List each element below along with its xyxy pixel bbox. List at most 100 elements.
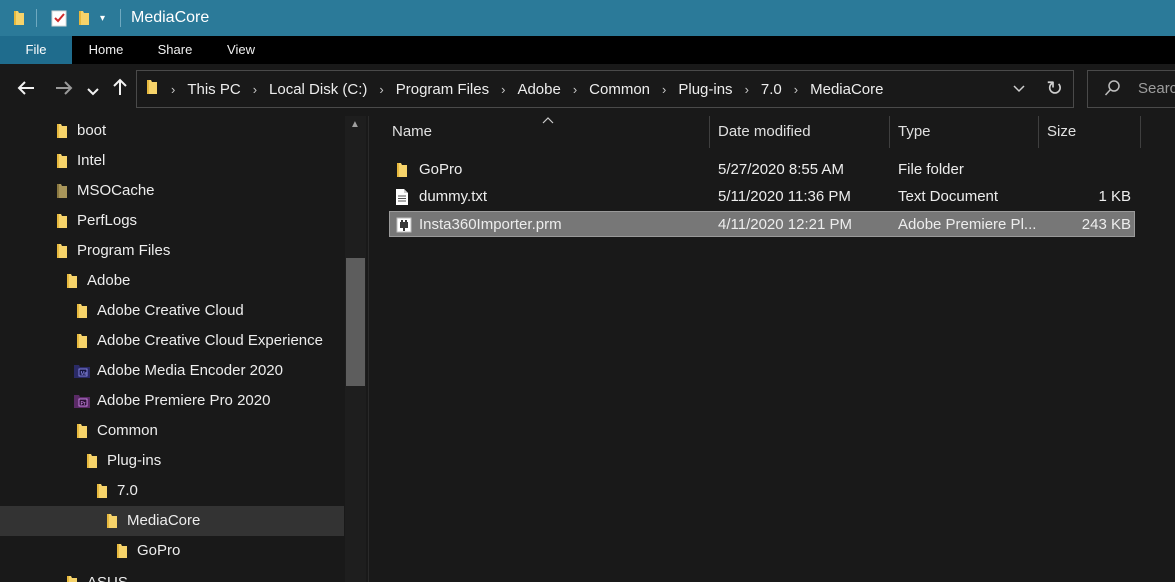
nav-item-gopro[interactable]: GoPro [0,536,344,566]
media-encoder-icon: Me [73,363,91,384]
breadcrumb-chevron-icon[interactable]: › [794,82,798,97]
nav-item-label: Adobe Media Encoder 2020 [97,362,283,379]
breadcrumb-this-pc[interactable]: This PC [187,81,240,98]
breadcrumb-chevron-icon[interactable]: › [501,82,505,97]
file-row[interactable]: dummy.txt 5/11/2020 11:36 PM Text Docume… [389,184,1135,210]
back-button[interactable] [14,78,38,102]
breadcrumb-chevron-icon[interactable]: › [379,82,383,97]
column-header-date-modified[interactable]: Date modified [718,116,811,148]
breadcrumb-local-disk[interactable]: Local Disk (C:) [269,81,367,98]
breadcrumb-common[interactable]: Common [589,81,650,98]
search-icon [1104,79,1122,102]
scrollbar-thumb[interactable] [346,258,365,386]
nav-item-asus[interactable]: ASUS [0,568,344,582]
nav-item-adobe-creative-cloud-experience[interactable]: Adobe Creative Cloud Experience [0,326,344,356]
file-row[interactable]: Insta360Importer.prm 4/11/2020 12:21 PM … [389,211,1135,237]
file-name: dummy.txt [419,188,488,205]
sort-ascending-icon [542,115,554,127]
text-document-icon [395,189,409,210]
search-box[interactable]: Search [1087,70,1175,108]
nav-item-adobe-media-encoder[interactable]: Me Adobe Media Encoder 2020 [0,356,344,386]
breadcrumb-mediacore[interactable]: MediaCore [810,81,883,98]
arrow-right-icon [55,79,73,102]
properties-checkmark-icon[interactable] [51,0,67,36]
nav-pane-scrollbar[interactable]: ▲ [345,116,366,582]
arrow-up-icon [113,78,127,102]
nav-item-label: Adobe Creative Cloud Experience [97,332,323,349]
nav-item-plug-ins[interactable]: Plug-ins [0,446,344,476]
tab-home[interactable]: Home [74,36,138,64]
column-header-name[interactable]: Name [392,116,432,148]
nav-item-perflogs[interactable]: PerfLogs [0,206,344,236]
file-list: Name Date modified Type Size GoPro 5/27/… [369,116,1175,582]
nav-item-msocache[interactable]: MSOCache [0,176,344,206]
file-date: 4/11/2020 12:21 PM [718,216,852,233]
nav-item-label: Program Files [77,242,171,259]
nav-item-program-files[interactable]: Program Files [0,236,344,266]
nav-item-label: GoPro [137,542,181,559]
breadcrumb-7-0[interactable]: 7.0 [761,81,782,98]
breadcrumb-chevron-icon[interactable]: › [171,82,175,97]
nav-item-7-0[interactable]: 7.0 [0,476,344,506]
address-bar[interactable]: › This PC › Local Disk (C:) › Program Fi… [136,70,1074,108]
breadcrumb-chevron-icon[interactable]: › [573,82,577,97]
nav-item-adobe[interactable]: Adobe [0,266,344,296]
breadcrumb-chevron-icon[interactable]: › [745,82,749,97]
recent-locations-button[interactable] [83,78,103,102]
folder-icon [65,575,79,582]
nav-item-label: ASUS [87,568,128,582]
nav-item-mediacore[interactable]: MediaCore [0,506,344,536]
tab-file[interactable]: File [0,36,72,64]
nav-item-adobe-premiere-pro[interactable]: Pr Adobe Premiere Pro 2020 [0,386,344,416]
nav-item-label: Intel [77,152,106,169]
navigation-pane: boot Intel MSOCache PerfLogs Program Fil… [0,116,369,582]
svg-text:Me: Me [81,371,88,377]
file-row[interactable]: GoPro 5/27/2020 8:55 AM File folder [389,157,1135,183]
dropdown-arrow-icon[interactable]: ▾ [100,0,105,36]
tab-view[interactable]: View [210,36,272,64]
nav-item-label: Adobe [87,272,131,289]
folder-icon[interactable] [11,0,27,36]
file-name: Insta360Importer.prm [419,216,562,233]
folder-icon [65,273,79,294]
ribbon-tabs: File Home Share View [0,36,1175,64]
nav-item-label: Adobe Premiere Pro 2020 [97,392,271,409]
nav-item-label: Plug-ins [107,452,162,469]
folder-icon [75,423,89,444]
breadcrumb-chevron-icon[interactable]: › [253,82,257,97]
breadcrumb-chevron-icon[interactable]: › [662,82,666,97]
refresh-icon[interactable]: ↻ [1046,76,1063,101]
column-header-type[interactable]: Type [898,116,931,148]
scroll-up-icon[interactable]: ▲ [350,119,360,130]
address-history-dropdown[interactable] [1013,80,1025,96]
column-separator[interactable] [709,116,710,148]
file-type: Text Document [898,188,999,205]
file-size: 243 KB [1081,216,1131,233]
nav-item-adobe-creative-cloud[interactable]: Adobe Creative Cloud [0,296,344,326]
tab-share[interactable]: Share [143,36,207,64]
column-separator[interactable] [1038,116,1039,148]
breadcrumb-program-files[interactable]: Program Files [396,81,489,98]
search-placeholder: Search [1138,80,1175,97]
folder-icon [55,123,69,144]
forward-button[interactable] [52,78,76,102]
folder-icon [145,79,159,100]
column-header-size[interactable]: Size [1047,116,1076,148]
chevron-down-icon [87,79,99,102]
folder-icon [75,333,89,354]
column-separator[interactable] [1140,116,1141,148]
window-title: MediaCore [131,9,210,26]
column-separator[interactable] [889,116,890,148]
nav-item-label: 7.0 [117,482,138,499]
up-button[interactable] [108,78,132,102]
premiere-pro-icon: Pr [73,393,91,414]
breadcrumb-adobe[interactable]: Adobe [517,81,560,98]
nav-item-boot[interactable]: boot [0,116,344,146]
file-date: 5/11/2020 11:36 PM [718,188,851,205]
breadcrumb-plug-ins[interactable]: Plug-ins [678,81,732,98]
folder-icon [55,183,69,204]
nav-item-common[interactable]: Common [0,416,344,446]
nav-item-label: Adobe Creative Cloud [97,302,244,319]
nav-item-intel[interactable]: Intel [0,146,344,176]
new-folder-icon[interactable] [76,0,92,36]
